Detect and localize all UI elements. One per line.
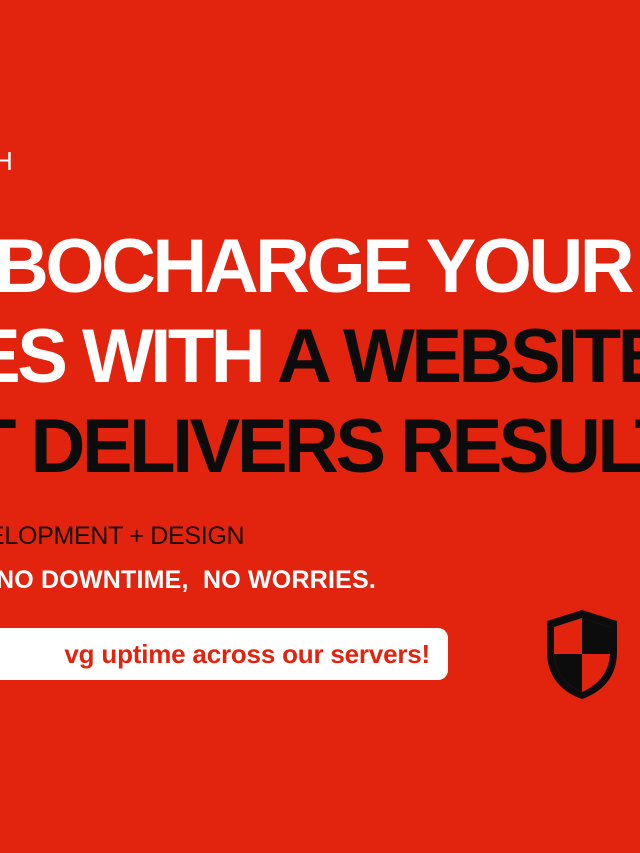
headline-line-3: T DELIVERS RESULT	[0, 402, 640, 492]
headline-line-2-black: A WEBSITE	[276, 314, 640, 399]
service-line: ELOPMENT + DESIGN	[0, 522, 245, 550]
shield-icon	[547, 610, 617, 699]
headline-line-1-white: BOCHARGE YOUR	[0, 224, 635, 309]
uptime-pill-text: vg uptime across our servers!	[64, 638, 430, 669]
headline: BOCHARGE YOUR ES WITH A WEBSITE T DELIVE…	[0, 222, 640, 492]
headline-line-1: BOCHARGE YOUR	[0, 222, 635, 312]
uptime-pill: vg uptime across our servers!	[0, 628, 448, 680]
promo-banner: H BOCHARGE YOUR ES WITH A WEBSITE T DELI…	[0, 0, 640, 853]
tagline: NO DOWNTIME, NO WORRIES.	[0, 566, 376, 594]
headline-line-2-white: ES WITH	[0, 314, 277, 399]
headline-line-3-black: T DELIVERS RESULT	[0, 404, 640, 489]
headline-line-2: ES WITH A WEBSITE	[0, 312, 640, 402]
eyebrow-text: H	[0, 146, 14, 176]
